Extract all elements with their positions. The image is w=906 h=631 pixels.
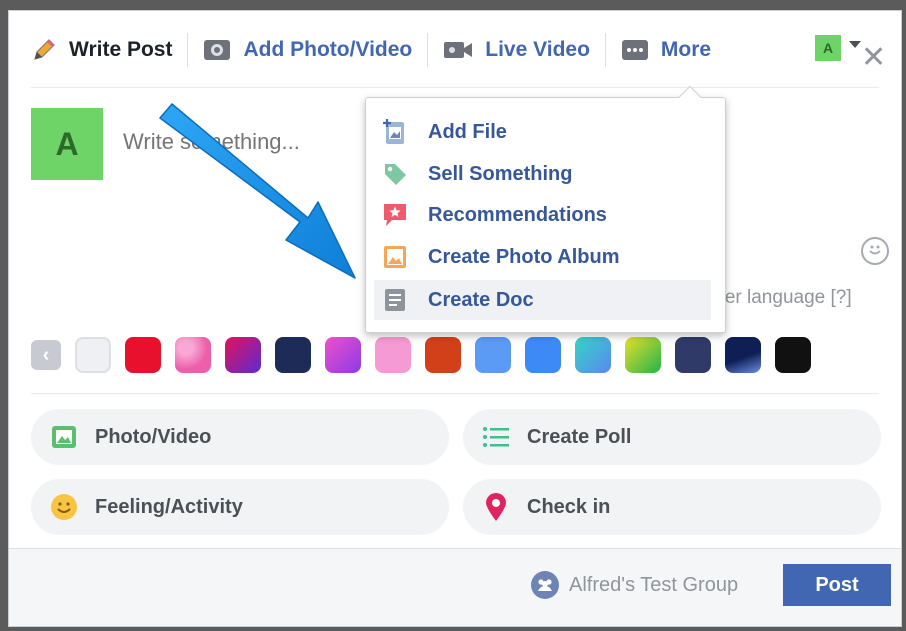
chevron-left-icon[interactable]: ‹ (31, 340, 61, 370)
user-avatar: A (31, 108, 103, 180)
background-swatch[interactable] (625, 337, 661, 373)
background-swatch[interactable] (75, 337, 111, 373)
group-icon (531, 571, 559, 599)
background-swatch[interactable] (325, 337, 361, 373)
background-swatch[interactable] (275, 337, 311, 373)
more-dots-icon (621, 38, 649, 62)
menu-item-label: Create Doc (428, 288, 534, 311)
doc-icon (382, 287, 408, 313)
menu-item-label: Add File (428, 120, 507, 143)
menu-item-label: Sell Something (428, 162, 573, 185)
emoji-button[interactable] (861, 237, 889, 265)
background-swatch[interactable] (225, 337, 261, 373)
background-swatch[interactable] (525, 337, 561, 373)
background-swatch[interactable] (375, 337, 411, 373)
group-name: Alfred's Test Group (569, 573, 739, 596)
menu-item-add-file[interactable]: Add File (374, 112, 711, 152)
action-label: Check in (527, 495, 611, 518)
background-swatch[interactable] (725, 337, 761, 373)
menu-notch (678, 85, 702, 109)
background-swatch[interactable] (675, 337, 711, 373)
tab-more[interactable]: More (621, 30, 711, 70)
background-swatch[interactable] (425, 337, 461, 373)
smiley-icon (866, 240, 884, 263)
tab-label: Add Photo/Video (243, 38, 413, 61)
smiley-icon (49, 492, 79, 522)
photo-album-icon (382, 244, 408, 270)
background-swatch[interactable] (475, 337, 511, 373)
post-button[interactable]: Post (783, 564, 891, 606)
check-in-button[interactable]: Check in (463, 479, 881, 535)
photo-icon (49, 422, 79, 452)
tab-add-photo-video[interactable]: Add Photo/Video (203, 30, 412, 70)
tab-label: More (660, 38, 712, 61)
audience-selector[interactable]: Alfred's Test Group (531, 571, 738, 599)
tab-live-video[interactable]: Live Video (443, 30, 590, 70)
file-icon (382, 119, 408, 145)
post-composer: Write Post Add Photo/Video Live Video Mo… (8, 10, 902, 627)
more-menu: Add File Sell Something Recommendations … (365, 85, 726, 333)
tab-divider (604, 33, 606, 67)
section-divider (31, 393, 879, 394)
background-swatch[interactable] (125, 337, 161, 373)
create-poll-button[interactable]: Create Poll (463, 409, 881, 465)
tab-divider (187, 33, 189, 67)
tab-label: Write Post (69, 38, 173, 61)
poll-icon (481, 422, 511, 452)
chevron-down-icon[interactable] (849, 41, 861, 48)
menu-item-create-doc[interactable]: Create Doc (374, 280, 711, 320)
write-another-language-link[interactable]: ther language [?] (709, 287, 852, 309)
location-pin-icon (481, 492, 511, 522)
tabs-divider (31, 87, 879, 88)
menu-item-label: Create Photo Album (428, 245, 620, 268)
close-icon[interactable]: ✕ (861, 43, 886, 73)
menu-item-create-photo-album[interactable]: Create Photo Album (374, 237, 711, 277)
composer-tabs: Write Post Add Photo/Video Live Video Mo… (9, 11, 901, 89)
feeling-activity-button[interactable]: Feeling/Activity (31, 479, 449, 535)
background-swatch[interactable] (575, 337, 611, 373)
menu-item-recommendations[interactable]: Recommendations (374, 195, 711, 235)
background-picker: ‹ (31, 337, 825, 373)
menu-item-label: Recommendations (428, 203, 607, 226)
background-swatch[interactable] (775, 337, 811, 373)
audience-avatar[interactable]: A (815, 35, 841, 61)
background-swatch[interactable] (175, 337, 211, 373)
tab-label: Live Video (485, 38, 590, 61)
action-label: Photo/Video (95, 425, 212, 448)
composer-footer: Alfred's Test Group Post (9, 548, 901, 626)
action-label: Create Poll (527, 425, 632, 448)
menu-item-sell-something[interactable]: Sell Something (374, 154, 711, 194)
star-icon (382, 202, 408, 228)
pencil-icon (31, 37, 57, 63)
camera-icon (203, 38, 231, 62)
photo-video-button[interactable]: Photo/Video (31, 409, 449, 465)
tab-write-post[interactable]: Write Post (31, 30, 172, 70)
tag-icon (382, 161, 408, 187)
action-label: Feeling/Activity (95, 495, 243, 518)
tab-divider (427, 33, 429, 67)
video-camera-icon (443, 39, 473, 61)
